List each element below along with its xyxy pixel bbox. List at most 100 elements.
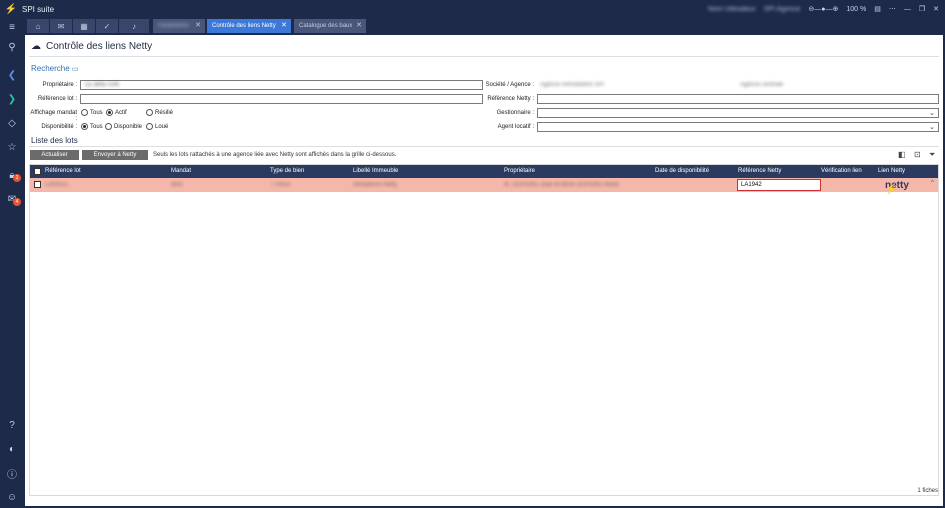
col-verification-lien[interactable]: Vérification lien (821, 168, 862, 174)
tab-label: Contrôle des liens Netty (212, 23, 276, 29)
radio-label: Tous (90, 109, 103, 116)
cell-proprietaire: M. DUPOND Jean et Mme DUPOND Marie (504, 182, 620, 188)
filter-icon[interactable]: ⏷ (929, 150, 935, 160)
radio-label: Tous (90, 123, 103, 130)
envoyer-netty-button[interactable]: Envoyer à Netty (82, 150, 148, 160)
close-tab-icon[interactable]: ✕ (195, 21, 201, 29)
columns-icon[interactable]: ◧ (898, 150, 906, 159)
cell-libelle: Résidence Netty (353, 182, 398, 188)
headset-icon[interactable]: ◐ (0, 442, 24, 456)
menu-icon[interactable]: ≡ (0, 20, 24, 34)
col-reference-netty[interactable]: Référence Netty (738, 168, 781, 174)
col-proprietaire[interactable]: Propriétaire (504, 168, 535, 174)
agent-locatif-select[interactable]: ⌄ (537, 122, 939, 132)
tab-controle-liens-netty[interactable]: Contrôle des liens Netty ✕ (207, 19, 291, 33)
spi-logo-icon: ⚡ (4, 3, 18, 15)
cell-reference-lot: L000021 (45, 182, 69, 188)
reference-lot-label: Référence lot : (37, 96, 77, 102)
affichage-actif-radio[interactable]: Actif (106, 109, 127, 116)
document-icon[interactable]: ▤ (874, 5, 881, 13)
chevron-left-icon[interactable]: ❮ (0, 68, 24, 82)
home-tab-icon[interactable]: ⌂ (27, 19, 49, 33)
affichage-tous-radio[interactable]: Tous (81, 109, 103, 116)
col-reference-lot[interactable]: Référence lot (45, 168, 81, 174)
lots-hint-text: Seuls les lots rattachés à une agence li… (153, 152, 397, 158)
reference-netty-cell-input[interactable]: LA1942 (737, 179, 821, 191)
diamond-icon[interactable]: ◇ (0, 116, 24, 130)
info-icon[interactable]: ⓘ (0, 466, 24, 481)
societe-agence-value-2: Agence centrale (740, 82, 784, 88)
chevron-right-icon[interactable]: ❯ (0, 92, 24, 106)
affichage-resilie-radio[interactable]: Résilié (146, 109, 173, 116)
tab-label: Paramètres (158, 23, 190, 29)
close-button[interactable]: ✕ (933, 5, 939, 13)
inbox-icon[interactable]: ✉ 4 (0, 192, 24, 206)
title-bar-controls: Nom Utilisateur SPI Agence ⊖—●—⊕ 100 % ▤… (708, 0, 945, 18)
societe-agence-value: Agence immobilière SPI (540, 82, 605, 88)
notification-badge: 1 (13, 174, 21, 182)
cloud-icon: ☁ (31, 41, 41, 52)
cell-type-de-bien: T Pièce (270, 182, 291, 188)
search-section-title: Recherche ▭ (31, 64, 79, 73)
close-tab-icon[interactable]: ✕ (356, 21, 362, 29)
radio-label: Actif (115, 109, 127, 116)
reference-lot-input[interactable] (80, 94, 483, 104)
radio-circle (81, 109, 88, 116)
bell-tab-icon[interactable]: ♪ (119, 19, 149, 33)
col-mandat[interactable]: Mandat (171, 168, 191, 174)
user-icon[interactable]: ☺ (0, 490, 24, 504)
reference-netty-label: Référence Netty : (487, 96, 534, 102)
radio-circle (81, 123, 88, 130)
netty-logo-icon: ⚡ (885, 184, 898, 195)
calendar-tab-icon[interactable]: ▦ (73, 19, 95, 33)
table-row[interactable]: L000021 M00 T Pièce Résidence Netty M. D… (30, 178, 938, 195)
minimize-button[interactable]: — (904, 6, 911, 13)
row-checkbox[interactable] (34, 181, 41, 188)
page-title-text: Contrôle des liens Netty (46, 41, 153, 52)
close-tab-icon[interactable]: ✕ (281, 21, 287, 29)
more-icon[interactable]: ⋯ (889, 5, 896, 13)
col-type-de-bien[interactable]: Type de bien (270, 168, 304, 174)
radio-label: Disponible (114, 123, 143, 130)
restore-button[interactable]: ❐ (919, 5, 925, 13)
divider (29, 146, 939, 147)
radio-label: Résilié (155, 109, 174, 116)
col-libelle-immeuble[interactable]: Libellé Immeuble (353, 168, 398, 174)
help-icon[interactable]: ? (0, 418, 24, 432)
radio-circle (105, 123, 112, 130)
notification-badge: 4 (13, 198, 21, 206)
page-title: ☁ Contrôle des liens Netty (31, 41, 152, 52)
export-icon[interactable]: ⊡ (914, 150, 921, 159)
tab-parametres[interactable]: Paramètres ✕ (153, 19, 205, 33)
lots-grid: Référence lot Mandat Type de bien Libell… (29, 164, 939, 496)
star-icon[interactable]: ☆ (0, 140, 24, 154)
lots-section-title: Liste des lots (31, 136, 78, 145)
actualiser-button[interactable]: Actualiser (30, 150, 79, 160)
scroll-up-icon[interactable]: ^ (931, 180, 934, 186)
tab-catalogue-baux[interactable]: Catalogue des baux ✕ (294, 19, 366, 33)
agent-locatif-label: Agent locatif : (497, 124, 534, 130)
chevron-down-icon: ⌄ (929, 124, 935, 131)
zoom-level: 100 % (846, 5, 867, 13)
search-icon[interactable]: ⚲ (0, 40, 24, 54)
lock-icon[interactable]: 🔒︎ 1 (0, 168, 24, 182)
disponibilite-label: Disponibilité : (41, 124, 77, 130)
select-all-checkbox[interactable] (34, 168, 41, 175)
mail-tab-icon[interactable]: ✉ (50, 19, 72, 33)
col-date-disponibilite[interactable]: Date de disponibilité (655, 168, 709, 174)
grid-header: Référence lot Mandat Type de bien Libell… (30, 165, 938, 178)
affichage-mandat-label: Affichage mandat : (30, 110, 77, 122)
agency-name: SPI Agence (763, 5, 801, 13)
disponibilite-disponible-radio[interactable]: Disponible (105, 123, 142, 130)
netty-link[interactable]: ⚡ netty (885, 180, 909, 195)
gestionnaire-select[interactable]: ⌄ (537, 108, 939, 118)
col-lien-netty[interactable]: Lien Netty (878, 168, 905, 174)
check-tab-icon[interactable]: ✓ (96, 19, 118, 33)
disponibilite-tous-radio[interactable]: Tous (81, 123, 103, 130)
reference-netty-input[interactable] (537, 94, 939, 104)
main-panel: ☁ Contrôle des liens Netty Recherche ▭ P… (25, 35, 943, 506)
zoom-slider-icon[interactable]: ⊖—●—⊕ (808, 5, 838, 13)
gestionnaire-label: Gestionnaire : (496, 110, 534, 116)
disponibilite-loue-radio[interactable]: Loué (146, 123, 168, 130)
proprietaire-input[interactable]: LE BRETON (80, 80, 483, 90)
